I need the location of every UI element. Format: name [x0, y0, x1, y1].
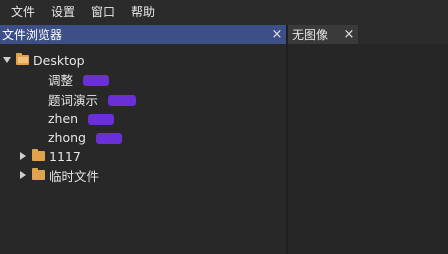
tree-item-label: 题词演示	[48, 92, 99, 108]
tree-folder-label: 1117	[49, 148, 81, 164]
folder-icon	[32, 149, 45, 161]
tree-item-label: 调整	[48, 72, 74, 88]
image-tab[interactable]: 无图像 ×	[288, 25, 358, 44]
expand-right-icon[interactable]	[20, 152, 26, 160]
redaction-badge	[83, 74, 110, 86]
tree-item-1[interactable]: 题词演示	[48, 90, 137, 108]
tree-root-desktop[interactable]: Desktop	[3, 51, 85, 69]
tree-folder-0[interactable]: 1117	[20, 147, 81, 165]
image-tab-title: 无图像	[292, 28, 329, 42]
tab-strip-empty	[358, 25, 448, 44]
file-browser-panel: Desktop 调整 题词演示 zhen zhong 1117 临时文件	[0, 44, 286, 254]
tree-item-label: zhen	[48, 110, 79, 126]
tree-folder-label: 临时文件	[49, 168, 100, 184]
folder-open-icon	[16, 53, 29, 65]
menu-help[interactable]: 帮助	[123, 0, 163, 24]
tree-item-0[interactable]: 调整	[48, 70, 110, 88]
tree-item-label: zhong	[48, 129, 86, 145]
menu-window[interactable]: 窗口	[83, 0, 123, 24]
tree-folder-1[interactable]: 临时文件	[20, 166, 99, 184]
menu-settings[interactable]: 设置	[43, 0, 83, 24]
image-viewer-panel	[288, 44, 448, 254]
image-tab-close-icon[interactable]: ×	[340, 25, 358, 44]
expand-right-icon[interactable]	[20, 171, 26, 179]
file-browser-title: 文件浏览器	[2, 28, 63, 42]
file-browser-header: 文件浏览器 ×	[0, 25, 286, 44]
tree-item-2[interactable]: zhen	[48, 109, 115, 127]
tree-item-3[interactable]: zhong	[48, 128, 122, 146]
expand-down-icon[interactable]	[3, 57, 11, 63]
menu-bar: 文件 设置 窗口 帮助	[0, 0, 448, 24]
tree-root-label: Desktop	[33, 52, 85, 68]
redaction-badge	[88, 113, 115, 125]
redaction-badge	[108, 94, 137, 106]
redaction-badge	[96, 132, 122, 144]
file-browser-close-icon[interactable]: ×	[268, 25, 286, 44]
menu-file[interactable]: 文件	[0, 0, 43, 24]
folder-icon	[32, 168, 45, 180]
